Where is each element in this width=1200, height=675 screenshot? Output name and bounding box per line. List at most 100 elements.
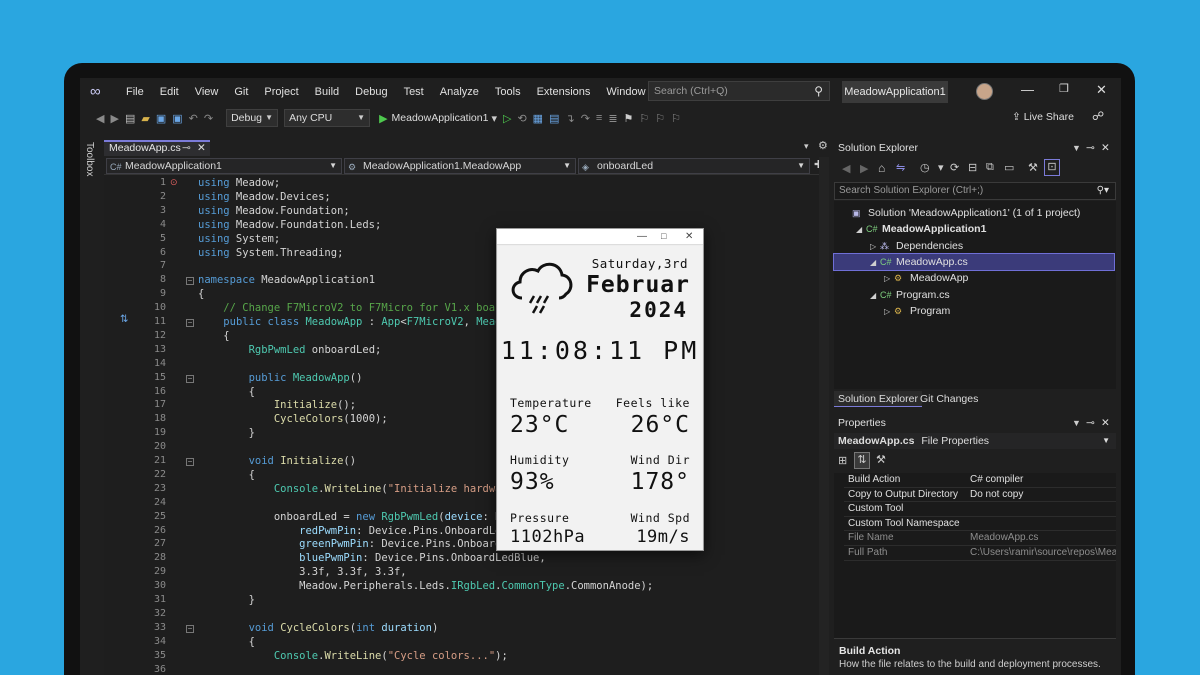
tab-solution-explorer[interactable]: Solution Explorer bbox=[834, 391, 922, 407]
tree-node[interactable]: ◢ C# MeadowApp.cs bbox=[833, 252, 1115, 271]
tab-meadowapp-cs[interactable]: MeadowApp.cs ⊸ ✕ bbox=[104, 140, 210, 156]
property-row[interactable]: Custom Tool Namespace bbox=[844, 517, 1116, 532]
code-line[interactable]: namespace MeadowApplication1 bbox=[198, 274, 375, 286]
code-line[interactable]: CycleColors(1000); bbox=[198, 413, 388, 425]
back-icon[interactable]: ◀ bbox=[842, 162, 850, 175]
expand-icon[interactable]: ▷ bbox=[884, 304, 894, 320]
home-icon[interactable]: ⌂ bbox=[878, 161, 885, 175]
code-lens-icon[interactable]: ⇅ bbox=[120, 314, 128, 325]
collapse-icon[interactable]: − bbox=[186, 624, 194, 633]
code-editor[interactable]: 1 2 3 4 5 6 7 8−9 10 11−12 13 14 15−16 17 18 19 20 21−22 2… bbox=[104, 175, 819, 675]
code-line[interactable]: void CycleColors(int duration) bbox=[198, 622, 439, 634]
property-row[interactable]: Full Path C:\Users\ramir\source\repos\Mea bbox=[844, 546, 1116, 561]
property-row[interactable]: Build Action C# compiler bbox=[844, 473, 1116, 488]
project-dropdown[interactable]: C# MeadowApplication1 ▼ bbox=[106, 158, 342, 174]
search-input[interactable]: Search (Ctrl+Q) ⚲ bbox=[648, 81, 830, 101]
clear-bookmarks-icon[interactable]: ⚐ bbox=[671, 112, 681, 125]
code-line[interactable]: { bbox=[198, 469, 255, 481]
pin-icon[interactable]: ⊸ bbox=[1086, 415, 1095, 431]
code-line[interactable]: redPwmPin: Device.Pins.OnboardLe bbox=[198, 525, 501, 537]
tree-node[interactable]: ▣ Solution 'MeadowApplication1' (1 of 1 p… bbox=[834, 205, 1114, 221]
feedback-icon[interactable]: ☍ bbox=[1092, 109, 1104, 123]
close-icon[interactable]: ✕ bbox=[1101, 415, 1110, 431]
maximize-icon[interactable]: □ bbox=[661, 231, 666, 241]
menu-window[interactable]: Window bbox=[598, 78, 653, 106]
preview-icon[interactable]: ⊡ bbox=[1044, 159, 1060, 176]
step-into-icon[interactable]: ↴ bbox=[565, 112, 574, 125]
menu-debug[interactable]: Debug bbox=[347, 78, 395, 106]
menu-analyze[interactable]: Analyze bbox=[432, 78, 487, 106]
comment-icon[interactable]: ≡ bbox=[596, 112, 602, 124]
chevron-down-icon[interactable]: ▼ bbox=[1072, 415, 1081, 431]
code-line[interactable]: public MeadowApp() bbox=[198, 372, 363, 384]
browser-link-icon[interactable]: ▦ bbox=[533, 112, 543, 125]
expand-icon[interactable]: ◢ bbox=[870, 255, 880, 271]
breakpoint-hint-icon[interactable]: ⊙ bbox=[170, 177, 178, 188]
forward-icon[interactable]: ▶ bbox=[860, 162, 868, 175]
properties-object-select[interactable]: MeadowApp.cs File Properties ▼ bbox=[834, 433, 1116, 449]
tab-overflow-icon[interactable]: ▾ bbox=[804, 141, 809, 152]
editor-scrollbar[interactable] bbox=[819, 157, 829, 675]
expand-icon[interactable]: ▷ bbox=[870, 239, 880, 255]
code-line[interactable]: 3.3f, 3.3f, 3.3f, bbox=[198, 566, 406, 578]
undo-icon[interactable]: ↶ bbox=[189, 112, 198, 125]
menu-view[interactable]: View bbox=[187, 78, 227, 106]
chevron-down-icon[interactable]: ▾ bbox=[491, 112, 497, 125]
close-icon[interactable]: ✕ bbox=[1101, 140, 1110, 156]
start-debug-icon[interactable]: ▶ bbox=[379, 112, 387, 125]
code-line[interactable]: } bbox=[198, 594, 255, 606]
code-line[interactable]: using Meadow.Devices; bbox=[198, 191, 331, 203]
step-over-icon[interactable]: ↷ bbox=[581, 112, 590, 125]
alphabetical-icon[interactable]: ⇅ bbox=[854, 452, 870, 469]
property-pages-icon[interactable]: ⚒ bbox=[876, 453, 886, 466]
type-dropdown[interactable]: ⚙ MeadowApplication1.MeadowApp ▼ bbox=[344, 158, 576, 174]
back-icon[interactable]: ◀ bbox=[96, 112, 104, 125]
expand-icon[interactable]: ◢ bbox=[856, 222, 866, 238]
start-without-debug-icon[interactable]: ▷ bbox=[503, 112, 511, 125]
solution-search-input[interactable]: Search Solution Explorer (Ctrl+;) ⚲▾ bbox=[834, 182, 1116, 200]
platform-select[interactable]: Any CPU ▼ bbox=[284, 109, 371, 127]
property-value[interactable]: C:\Users\ramir\source\repos\Mea bbox=[970, 546, 1116, 560]
pending-changes-icon[interactable]: ◷ bbox=[920, 161, 930, 174]
pin-icon[interactable]: ⊸ bbox=[1086, 140, 1095, 156]
switch-views-icon[interactable]: ⇋ bbox=[896, 161, 905, 174]
menu-file[interactable]: File bbox=[118, 78, 152, 106]
collapse-icon[interactable]: − bbox=[186, 277, 194, 286]
next-bookmark-icon[interactable]: ⚐ bbox=[655, 112, 665, 125]
code-line[interactable]: RgbPwmLed onboardLed; bbox=[198, 344, 382, 356]
collapse-icon[interactable]: − bbox=[186, 458, 194, 466]
tree-node[interactable]: ◢ C# Program.cs bbox=[834, 287, 1114, 303]
code-line[interactable]: { bbox=[198, 386, 255, 398]
minimize-icon[interactable]: — bbox=[1021, 82, 1034, 97]
code-line[interactable]: { bbox=[198, 330, 229, 342]
property-value[interactable]: Do not copy bbox=[970, 488, 1116, 502]
toolbox-tab[interactable]: Toolbox bbox=[84, 142, 95, 176]
tree-node[interactable]: ▷ ⁂ Dependencies bbox=[834, 238, 1114, 254]
new-project-icon[interactable]: ▤ bbox=[125, 112, 135, 125]
code-line[interactable]: } bbox=[198, 427, 255, 439]
minimize-icon[interactable]: — bbox=[637, 231, 647, 242]
tree-node[interactable]: ◢ C# MeadowApplication1 bbox=[834, 221, 1114, 237]
restore-icon[interactable]: ❐ bbox=[1059, 82, 1069, 95]
menu-tools[interactable]: Tools bbox=[487, 78, 529, 106]
collapse-all-icon[interactable]: ⊟ bbox=[968, 161, 977, 174]
avatar[interactable] bbox=[976, 83, 993, 100]
search-icon[interactable]: ⚲▾ bbox=[1097, 183, 1109, 199]
gear-icon[interactable]: ⚙ bbox=[818, 139, 828, 152]
run-target-label[interactable]: MeadowApplication1 bbox=[392, 112, 489, 124]
uncomment-icon[interactable]: ≣ bbox=[608, 112, 617, 125]
code-line[interactable]: Meadow.Peripherals.Leds.IRgbLed.CommonTy… bbox=[198, 580, 653, 592]
hot-reload-icon[interactable]: ⟲ bbox=[517, 112, 526, 125]
code-line[interactable]: void Initialize() bbox=[198, 455, 357, 467]
tree-node[interactable]: ▷ ⚙ Program bbox=[834, 303, 1114, 319]
code-line[interactable]: using System; bbox=[198, 233, 280, 245]
prev-bookmark-icon[interactable]: ⚐ bbox=[639, 112, 649, 125]
tab-git-changes[interactable]: Git Changes bbox=[916, 391, 982, 407]
code-line[interactable]: using Meadow.Foundation; bbox=[198, 205, 350, 217]
close-icon[interactable]: ✕ bbox=[1096, 82, 1107, 98]
code-line[interactable]: { bbox=[198, 636, 255, 648]
menu-extensions[interactable]: Extensions bbox=[529, 78, 599, 106]
chevron-down-icon[interactable]: ▾ bbox=[938, 161, 944, 174]
collapse-icon[interactable]: − bbox=[186, 319, 194, 327]
property-row[interactable]: File Name MeadowApp.cs bbox=[844, 531, 1116, 546]
